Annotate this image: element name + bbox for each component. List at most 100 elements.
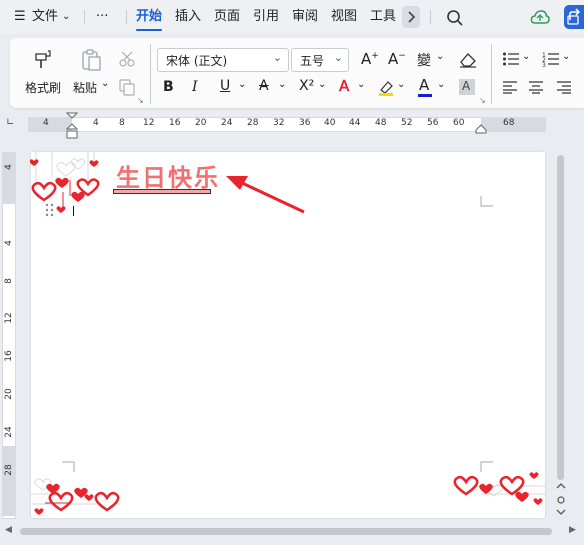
format-painter-icon[interactable] xyxy=(32,48,54,70)
search-icon[interactable] xyxy=(446,9,464,27)
ruler-tick: 48 xyxy=(375,118,387,128)
ruler-top-margin xyxy=(2,152,16,204)
ruler-tick: 4 xyxy=(4,240,14,246)
ruler-tick: 8 xyxy=(4,278,14,284)
font-color-swatch xyxy=(418,94,432,97)
grow-font-icon[interactable]: A+ xyxy=(361,50,379,68)
tab-page[interactable]: 页面 xyxy=(214,0,240,34)
ruler-tick: 24 xyxy=(221,118,233,128)
character-shading-button[interactable]: A xyxy=(459,79,475,95)
superscript-icon[interactable]: X² xyxy=(299,78,314,94)
numbered-list-icon[interactable]: 123 xyxy=(542,51,560,67)
font-name-value: 宋体 (正文) xyxy=(166,54,228,68)
ruler-tick: 44 xyxy=(349,118,361,128)
ruler-tick: 28 xyxy=(4,464,14,476)
chevron-down-icon[interactable]: ⌄ xyxy=(436,51,444,62)
right-indent-marker[interactable] xyxy=(475,124,487,134)
copy-icon[interactable] xyxy=(118,78,136,96)
bullet-list-icon[interactable] xyxy=(502,51,520,67)
underline-icon[interactable]: U xyxy=(220,78,230,94)
ruler-tick: 40 xyxy=(324,118,336,128)
drag-handle-icon[interactable] xyxy=(45,203,55,217)
font-size-combo[interactable]: 五号 ⌄ xyxy=(291,48,349,72)
strikethrough-icon[interactable]: A xyxy=(259,78,269,94)
title-underline-shape[interactable] xyxy=(113,189,211,194)
ruler-tick: 36 xyxy=(299,118,311,128)
tab-insert[interactable]: 插入 xyxy=(175,0,201,34)
ruler-tick: 4 xyxy=(4,164,14,170)
clear-format-icon[interactable] xyxy=(458,50,478,68)
more-menu[interactable]: ··· xyxy=(96,0,108,34)
top-menu-bar: ☰ 文件 ⌄ ··· 开始 插入 页面 引用 审阅 视图 工具 xyxy=(0,0,584,34)
chevron-down-icon[interactable]: ⌄ xyxy=(562,51,570,62)
paste-dropdown-icon[interactable]: ⌄ xyxy=(101,78,109,89)
chevron-down-icon[interactable]: ⌄ xyxy=(318,79,326,90)
align-left-icon[interactable] xyxy=(502,80,518,94)
arrow-annotation xyxy=(226,176,305,214)
chevron-down-icon[interactable]: ⌄ xyxy=(397,79,405,90)
share-icon xyxy=(567,8,581,25)
highlight-icon[interactable] xyxy=(377,78,395,96)
cut-icon[interactable] xyxy=(118,50,136,68)
tab-tools[interactable]: 工具 xyxy=(370,0,396,34)
ruler-tick: 16 xyxy=(4,350,14,362)
margin-corner-mark xyxy=(480,196,493,207)
ruler-tick: 52 xyxy=(401,118,413,128)
file-menu[interactable]: 文件 xyxy=(32,0,58,34)
format-painter-label[interactable]: 格式刷 xyxy=(25,79,61,96)
tab-scroll-right-button[interactable] xyxy=(402,6,420,28)
ruler-tick: 28 xyxy=(247,118,259,128)
svg-text:3: 3 xyxy=(542,62,546,67)
bold-icon[interactable]: B xyxy=(163,79,174,95)
chevron-down-icon[interactable]: ⌄ xyxy=(238,79,246,90)
chevron-down-icon: ⌄ xyxy=(333,51,343,64)
ruler-tick: 56 xyxy=(427,118,439,128)
indent-marker[interactable] xyxy=(66,112,78,140)
tab-stop-selector[interactable]: ∟ xyxy=(6,117,14,128)
chevron-down-icon[interactable]: ⌄ xyxy=(437,79,445,90)
share-button[interactable] xyxy=(564,5,584,29)
text-effect-icon[interactable]: A xyxy=(339,77,350,96)
font-color-icon[interactable]: A xyxy=(419,76,429,94)
vertical-scrollbar-thumb[interactable] xyxy=(557,155,564,480)
ruler-tick: 32 xyxy=(273,118,285,128)
horizontal-scrollbar-thumb[interactable] xyxy=(20,528,552,535)
paste-label[interactable]: 粘贴 xyxy=(73,79,97,96)
font-group-expand-icon[interactable]: ↘ xyxy=(479,96,486,105)
ruler-tick: 20 xyxy=(195,118,207,128)
align-right-icon[interactable] xyxy=(556,80,572,94)
chevron-right-icon xyxy=(408,11,416,23)
ruler-tick: 8 xyxy=(119,118,125,128)
chevron-down-icon[interactable]: ⌄ xyxy=(357,79,365,90)
phonetic-guide-icon[interactable]: 變 xyxy=(417,50,431,70)
chevron-down-icon[interactable]: ⌄ xyxy=(62,0,70,34)
clipboard-group-expand-icon[interactable]: ↘ xyxy=(137,96,144,105)
shrink-font-icon[interactable]: A− xyxy=(388,50,406,68)
align-center-icon[interactable] xyxy=(528,80,544,94)
scroll-left-icon[interactable]: ◀ xyxy=(5,525,12,535)
chevron-down-icon[interactable]: ⌄ xyxy=(278,79,286,90)
hearts-decoration-bottom-right xyxy=(452,472,546,505)
character-shading-icon: A xyxy=(462,79,471,93)
tab-references[interactable]: 引用 xyxy=(253,0,279,34)
chevron-down-icon[interactable]: ⌄ xyxy=(522,51,530,62)
paste-icon[interactable] xyxy=(80,48,102,72)
ruler-tick: 12 xyxy=(143,118,155,128)
hearts-decoration-bottom-left xyxy=(31,478,121,515)
page-navigation-buttons[interactable] xyxy=(555,482,567,518)
ruler-tick: 20 xyxy=(4,388,14,400)
scroll-right-icon[interactable]: ▶ xyxy=(569,525,576,535)
document-title-text[interactable]: 生日快乐 xyxy=(116,158,220,193)
ruler-tick: 24 xyxy=(4,426,14,438)
font-name-combo[interactable]: 宋体 (正文) ⌄ xyxy=(157,48,289,72)
font-size-value: 五号 xyxy=(300,54,325,68)
tab-review[interactable]: 审阅 xyxy=(292,0,318,34)
cloud-sync-icon[interactable] xyxy=(530,8,550,26)
ruler-tick: 12 xyxy=(4,312,14,324)
horizontal-ruler[interactable] xyxy=(28,117,546,132)
hamburger-icon[interactable]: ☰ xyxy=(14,0,26,34)
ruler-tick: 60 xyxy=(453,118,465,128)
italic-icon[interactable]: I xyxy=(192,79,198,95)
ruler-tick: 4 xyxy=(93,118,99,128)
tab-view[interactable]: 视图 xyxy=(331,0,357,34)
